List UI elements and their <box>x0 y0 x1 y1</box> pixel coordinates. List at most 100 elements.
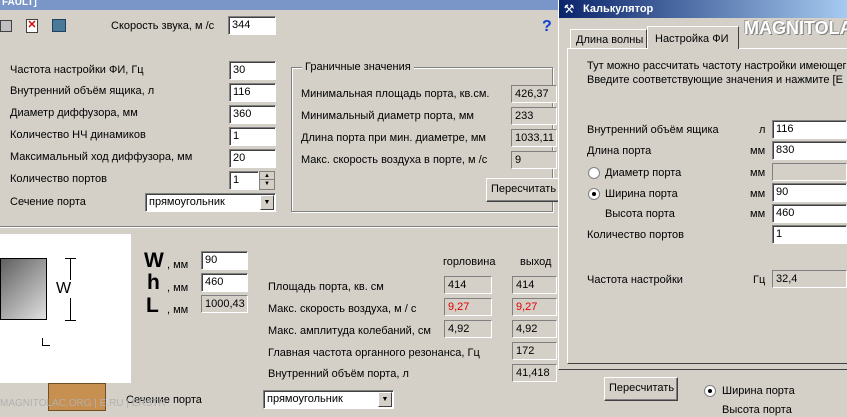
calc-tuning-unit: Гц <box>753 274 766 286</box>
tab-wavelength[interactable]: Длина волны <box>570 29 647 48</box>
calc-ports-input[interactable]: 1 <box>772 225 847 244</box>
dim-h-input[interactable]: 460 <box>201 273 248 292</box>
dim-l-unit: , мм <box>167 304 189 316</box>
delete-icon[interactable]: ✕ <box>26 19 38 33</box>
height-label-2: Высота порта <box>722 404 792 416</box>
port-section-select[interactable]: прямоугольник ▼ <box>145 193 276 212</box>
limits-title: Граничные значения <box>302 61 414 74</box>
chevron-down-icon-2[interactable]: ▼ <box>378 392 392 407</box>
limits-label-speed: Макс. скорость воздуха в порте, м /с <box>301 154 488 166</box>
result-label-resonance: Главная частота органного резонанса, Гц <box>268 347 480 359</box>
title-text: FAULT] <box>2 0 37 8</box>
dim-tick-top <box>65 258 76 259</box>
param-input-xmax[interactable]: 20 <box>229 149 276 168</box>
limits-label-area: Минимальная площадь порта, кв.см. <box>301 88 490 100</box>
result-throat-area: 414 <box>444 276 492 294</box>
title-bar <box>0 0 560 10</box>
width-radio-2[interactable] <box>704 385 716 397</box>
calculator-app-icon: ⚒ <box>563 2 575 16</box>
result-throat-speed: 9,27 <box>444 298 492 316</box>
calc-length-input[interactable]: 830 <box>772 141 847 160</box>
param-label-freq: Частота настройки ФИ, Гц <box>10 64 144 76</box>
param-input-ports[interactable]: 1 <box>229 171 259 190</box>
corner-mark <box>42 338 50 346</box>
col-exit: выход <box>520 256 552 268</box>
limits-label-length: Длина порта при мин. диаметре, мм <box>301 132 486 144</box>
calc-diameter-input[interactable] <box>772 163 847 181</box>
dim-w-unit: , мм <box>167 259 189 271</box>
param-label-diameter: Диаметр диффузора, мм <box>10 107 138 119</box>
result-label-area: Площадь порта, кв. см <box>268 281 384 293</box>
tab-tuning[interactable]: Настройка ФИ <box>647 26 739 49</box>
calc-diameter-unit: мм <box>750 167 766 179</box>
calc-diameter-radio[interactable] <box>588 167 600 179</box>
tab-tuning-label: Настройка ФИ <box>655 33 729 45</box>
sound-speed-input[interactable]: 344 <box>228 16 276 35</box>
result-label-port-volume: Внутренний объём порта, л <box>268 368 409 380</box>
limits-value-length: 1033,11 <box>511 129 557 147</box>
spin-up-icon[interactable]: ▲ <box>260 172 274 180</box>
dim-l-letter: L <box>146 294 159 317</box>
calc-volume-input[interactable]: 116 <box>772 120 847 139</box>
calc-length-unit: мм <box>750 145 766 157</box>
tab-wavelength-label: Длина волны <box>576 34 644 46</box>
footer-url: MAGNITOLAC.ORG | E.RU | ERSTR <box>0 398 166 409</box>
dim-h-unit: , мм <box>167 282 189 294</box>
param-label-ports: Количество портов <box>10 173 107 185</box>
calc-height-label: Высота порта <box>605 208 675 220</box>
port-diagram-shape <box>0 258 47 320</box>
recalc-button[interactable]: Пересчитать <box>486 178 560 202</box>
calc-intro-2: Введите соответствующие значения и нажми… <box>587 74 843 86</box>
calc-width-label: Ширина порта <box>605 188 678 200</box>
port-section-value-2: прямоугольник <box>267 393 343 405</box>
spin-down-icon[interactable]: ▼ <box>260 180 274 189</box>
calc-tuning-label: Частота настройки <box>587 274 683 286</box>
calc-intro-1: Тут можно рассчитать частоту настройки и… <box>587 60 847 72</box>
param-input-diameter[interactable]: 360 <box>229 105 276 124</box>
calc-width-input[interactable]: 90 <box>772 183 847 202</box>
recalc-button-2[interactable]: Пересчитать <box>604 377 678 401</box>
col-throat: горловина <box>443 256 496 268</box>
sound-speed-label: Скорость звука, м /с <box>111 20 215 32</box>
result-label-speed: Макс. скорость воздуха, м / с <box>268 303 417 315</box>
port-section-label: Сечение порта <box>10 196 86 208</box>
result-exit-amplitude: 4,92 <box>512 320 557 338</box>
param-label-drivers: Количество НЧ динамиков <box>10 129 146 141</box>
dim-h-letter: h <box>147 271 160 294</box>
chevron-down-icon[interactable]: ▼ <box>260 195 274 210</box>
result-exit-port-volume: 41,418 <box>512 364 557 382</box>
print-icon[interactable] <box>0 20 12 32</box>
result-throat-amplitude: 4,92 <box>444 320 492 338</box>
calc-tuning-value: 32,4 <box>772 270 847 288</box>
calculator-logo: MAGNITOLA <box>744 18 847 38</box>
calculator-icon[interactable] <box>52 19 66 32</box>
width-radio-2-label: Ширина порта <box>722 385 795 397</box>
calc-volume-unit: л <box>759 124 766 136</box>
param-input-freq[interactable]: 30 <box>229 61 276 80</box>
result-exit-area: 414 <box>512 276 557 294</box>
result-exit-resonance: 172 <box>512 342 557 360</box>
help-icon[interactable]: ? <box>542 18 552 36</box>
ports-spinner[interactable]: ▲ ▼ <box>259 171 275 190</box>
dim-w-input[interactable]: 90 <box>201 251 248 270</box>
result-label-amplitude: Макс. амплитуда колебаний, см <box>268 325 431 337</box>
param-input-drivers[interactable]: 1 <box>229 127 276 146</box>
calc-height-input[interactable]: 460 <box>772 204 847 223</box>
calc-length-label: Длина порта <box>587 145 652 157</box>
param-label-xmax: Максимальный ход диффузора, мм <box>10 151 193 163</box>
calc-volume-label: Внутренний объём ящика <box>587 124 719 136</box>
calc-width-unit: мм <box>750 188 766 200</box>
divider <box>0 226 560 228</box>
diagram-w-label: W <box>56 280 72 298</box>
calc-height-unit: мм <box>750 208 766 220</box>
limits-label-diameter: Минимальный диаметр порта, мм <box>301 110 474 122</box>
limits-value-speed: 9 <box>511 151 557 169</box>
port-section-value: прямоугольник <box>149 196 225 208</box>
param-input-volume[interactable]: 116 <box>229 83 276 102</box>
result-exit-speed: 9,27 <box>512 298 557 316</box>
limits-value-diameter: 233 <box>511 107 557 125</box>
dim-w-letter: W <box>144 249 164 272</box>
calc-width-radio[interactable] <box>588 188 600 200</box>
port-section-select-2[interactable]: прямоугольник ▼ <box>263 390 394 409</box>
dim-tick-bottom <box>65 320 76 321</box>
